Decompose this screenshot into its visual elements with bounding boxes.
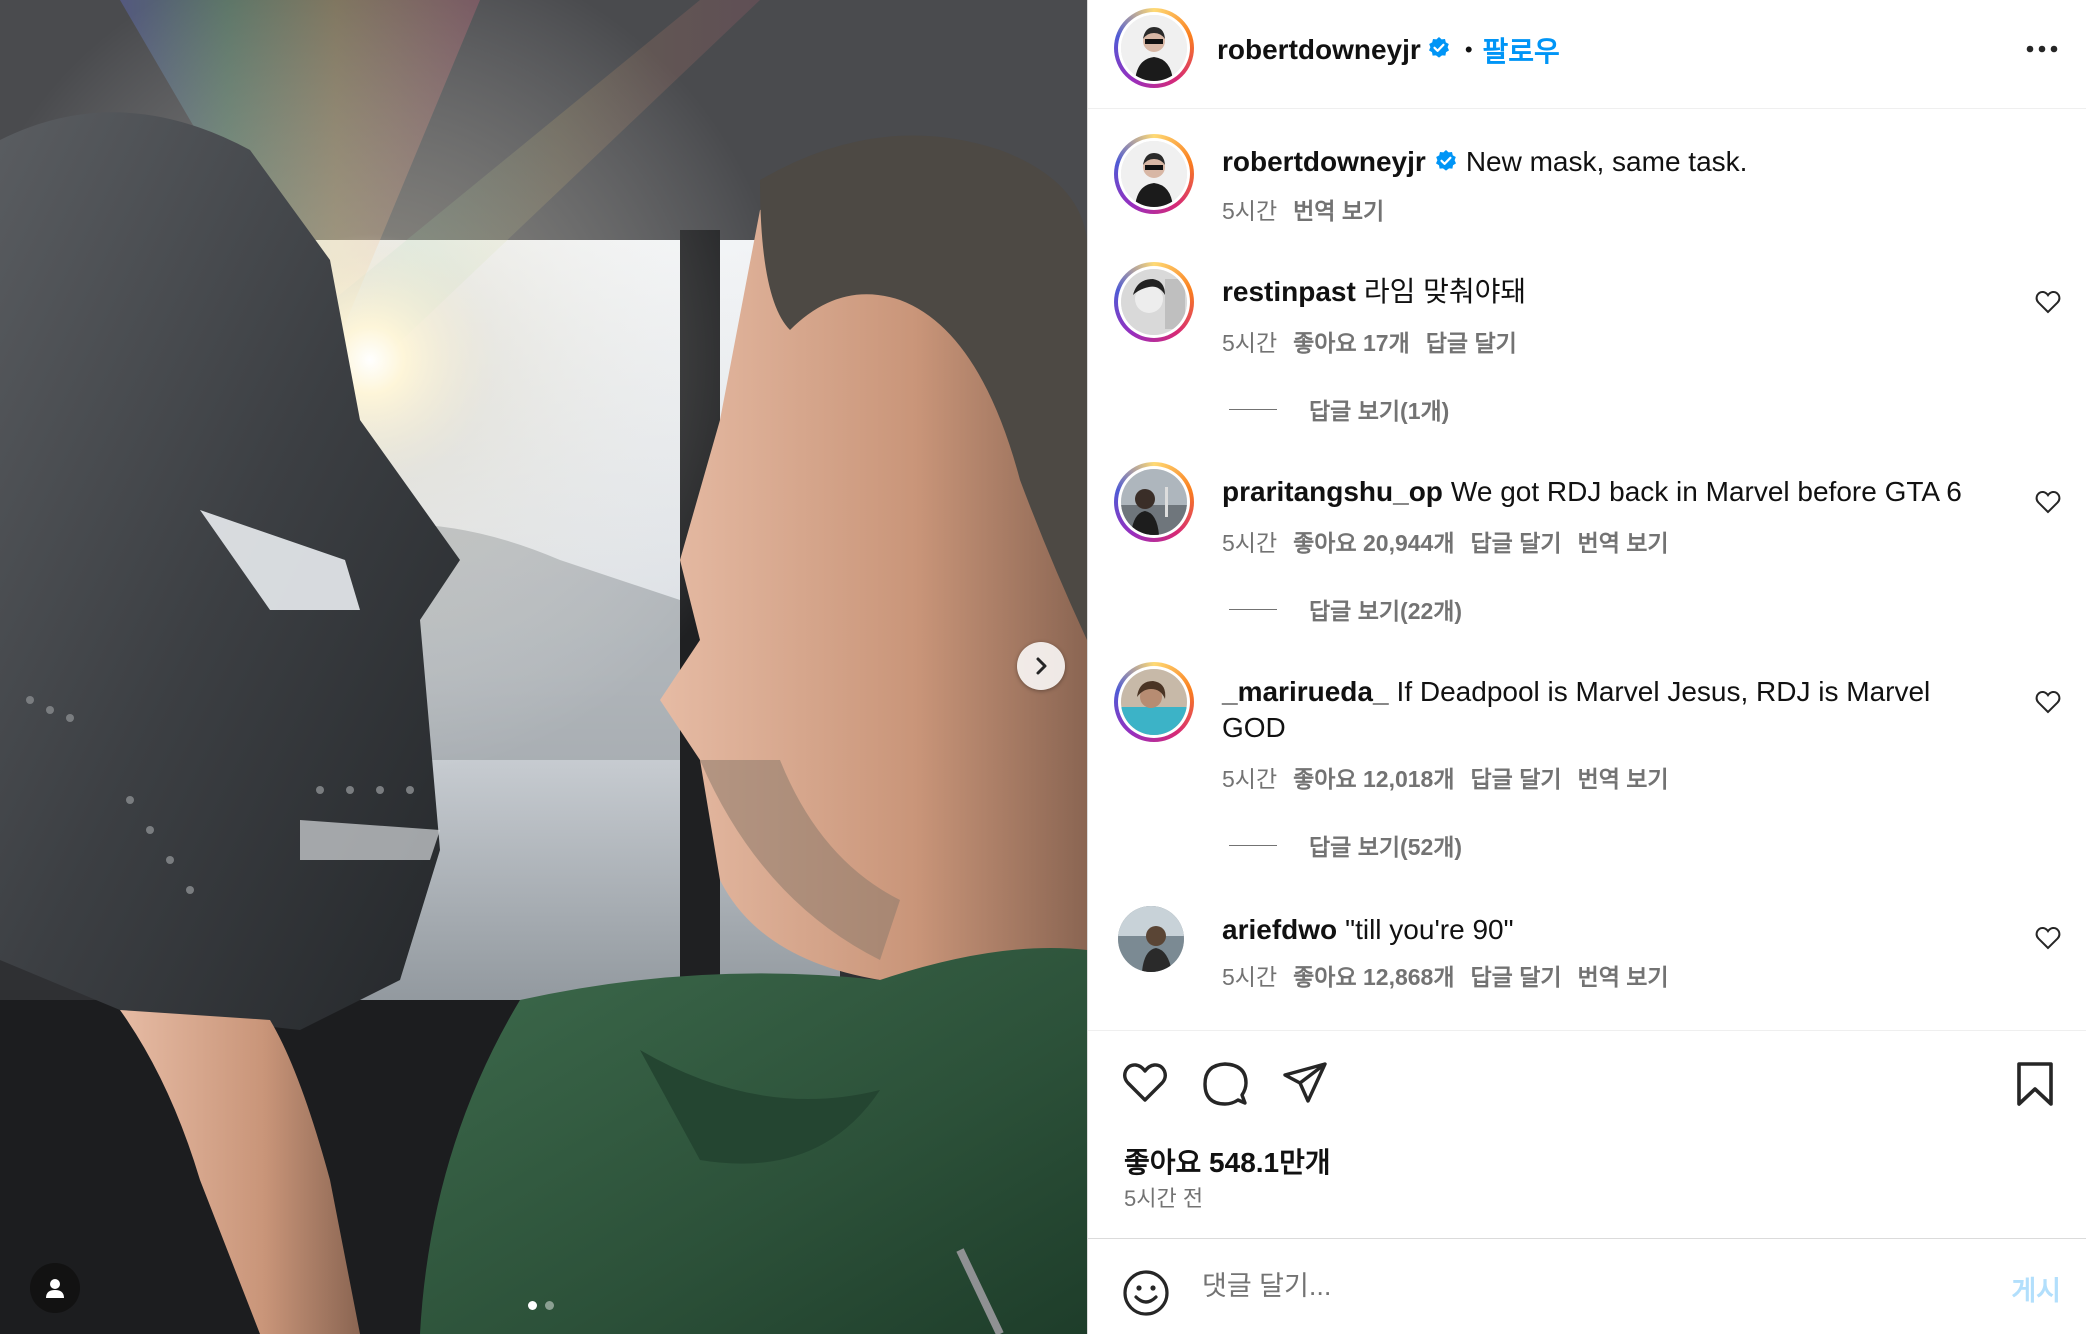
comment-time: 5시간	[1222, 964, 1278, 990]
more-options-button[interactable]	[2025, 34, 2059, 69]
view-replies-button[interactable]: 답글 보기(1개)	[1229, 392, 1449, 426]
comment-item: praritangshu_op We got RDJ back in Marvel…	[1088, 462, 2086, 632]
comment-icon[interactable]	[1202, 1061, 1248, 1107]
caption-time: 5시간	[1222, 198, 1278, 224]
caption-text: New mask, same task.	[1465, 146, 1748, 177]
commenter-username[interactable]: ariefdwo	[1222, 914, 1337, 945]
translate-button[interactable]: 번역 보기	[1578, 524, 1669, 558]
comment-likes[interactable]: 좋아요 17개	[1293, 324, 1410, 358]
comment-text: We got RDJ back in Marvel before GTA 6	[1450, 476, 1962, 507]
verified-badge-icon	[1427, 36, 1451, 65]
heart-icon	[2035, 290, 2061, 314]
author-photo	[1121, 141, 1187, 207]
carousel-next-button[interactable]	[1017, 642, 1065, 690]
comment-like-button[interactable]	[2035, 926, 2061, 955]
author-avatar[interactable]	[1114, 8, 1194, 88]
commenter-avatar[interactable]	[1118, 906, 1184, 972]
commenter-avatar[interactable]	[1114, 262, 1194, 342]
view-replies-button[interactable]: 답글 보기(52개)	[1229, 828, 1462, 862]
carousel-dot-2	[545, 1301, 554, 1310]
comment-item: restinpast 라임 맞춰야돼 5시간 좋아요 17개 답글 달기 답글 보…	[1088, 262, 2086, 432]
chevron-right-icon	[1036, 657, 1047, 675]
post-comment-button[interactable]: 게시	[2011, 1269, 2061, 1308]
heart-icon[interactable]	[1122, 1061, 1168, 1103]
translate-button[interactable]: 번역 보기	[1578, 760, 1669, 794]
photo-scene	[0, 0, 1087, 1334]
reply-button[interactable]: 답글 달기	[1426, 324, 1517, 358]
post-header: robertdowneyjr • 팔로우	[1088, 0, 2086, 109]
caption-username[interactable]: robertdowneyjr	[1222, 146, 1426, 177]
commenter-avatar[interactable]	[1114, 662, 1194, 742]
replies-divider	[1229, 408, 1277, 410]
save-button[interactable]	[2015, 1061, 2055, 1112]
carousel-indicator	[528, 1301, 554, 1310]
reply-button[interactable]: 답글 달기	[1471, 760, 1562, 794]
comment-item: _marirueda_ If Deadpool is Marvel Jesus, …	[1088, 662, 2086, 862]
view-replies-button[interactable]: 답글 보기(22개)	[1229, 592, 1462, 626]
comment-time: 5시간	[1222, 766, 1278, 792]
comment-composer: 게시	[1088, 1238, 2086, 1335]
view-replies-label: 답글 보기(22개)	[1309, 598, 1463, 624]
user-tags-button[interactable]	[30, 1263, 80, 1313]
emoji-icon	[1123, 1270, 1169, 1316]
reply-button[interactable]: 답글 달기	[1471, 958, 1562, 992]
comment-likes[interactable]: 좋아요 12,868개	[1293, 958, 1454, 992]
separator-dot: •	[1464, 37, 1473, 62]
bookmark-icon	[2017, 1062, 2053, 1106]
comment-like-button[interactable]	[2035, 290, 2061, 319]
comment-like-button[interactable]	[2035, 490, 2061, 519]
more-options-icon	[2026, 45, 2058, 53]
commenter-avatar[interactable]	[1114, 462, 1194, 542]
post-timestamp: 5시간 전	[1124, 1186, 1204, 1211]
caption-translate-button[interactable]: 번역 보기	[1293, 192, 1384, 226]
commenter-username[interactable]: _marirueda_	[1222, 676, 1389, 707]
post-caption: robertdowneyjr New mask, same task. 5시간 번…	[1088, 134, 2086, 234]
follow-button[interactable]: 팔로우	[1483, 30, 1560, 70]
translate-button[interactable]: 번역 보기	[1578, 958, 1669, 992]
caption-avatar[interactable]	[1114, 134, 1194, 214]
commenter-username[interactable]: restinpast	[1222, 276, 1356, 307]
commenter-username[interactable]: praritangshu_op	[1222, 476, 1443, 507]
author-photo	[1121, 15, 1187, 81]
comment-text: "till you're 90"	[1345, 914, 1514, 945]
view-replies-label: 답글 보기(52개)	[1309, 834, 1463, 860]
verified-badge-icon	[1434, 146, 1458, 182]
heart-icon	[2035, 690, 2061, 714]
reply-button[interactable]: 답글 달기	[1471, 524, 1562, 558]
like-count[interactable]: 좋아요 548.1만개	[1124, 1141, 1331, 1181]
share-icon[interactable]	[1282, 1061, 1328, 1105]
post-actions: 좋아요 548.1만개 5시간 전	[1088, 1030, 2086, 1241]
view-replies-label: 답글 보기(1개)	[1309, 398, 1450, 424]
comment-text: 라임 맞춰야돼	[1363, 276, 1527, 307]
comment-like-button[interactable]	[2035, 690, 2061, 719]
person-icon	[46, 1279, 64, 1298]
comment-input[interactable]	[1200, 1263, 1944, 1309]
comment-time: 5시간	[1222, 330, 1278, 356]
comment-likes[interactable]: 좋아요 12,018개	[1293, 760, 1454, 794]
post-photo[interactable]	[0, 0, 1087, 1334]
replies-divider	[1229, 608, 1277, 610]
replies-divider	[1229, 844, 1277, 846]
comment-time: 5시간	[1222, 530, 1278, 556]
carousel-dot-1	[528, 1301, 537, 1310]
heart-icon	[2035, 926, 2061, 950]
author-username[interactable]: robertdowneyjr	[1217, 34, 1421, 66]
comment-item: ariefdwo "till you're 90" 5시간 좋아요 12,868개…	[1088, 900, 2086, 1010]
emoji-button[interactable]	[1122, 1269, 1170, 1322]
comment-likes[interactable]: 좋아요 20,944개	[1293, 524, 1454, 558]
post-detail-panel: robertdowneyjr • 팔로우 robertdowneyjr New …	[1087, 0, 2086, 1334]
heart-icon	[2035, 490, 2061, 514]
